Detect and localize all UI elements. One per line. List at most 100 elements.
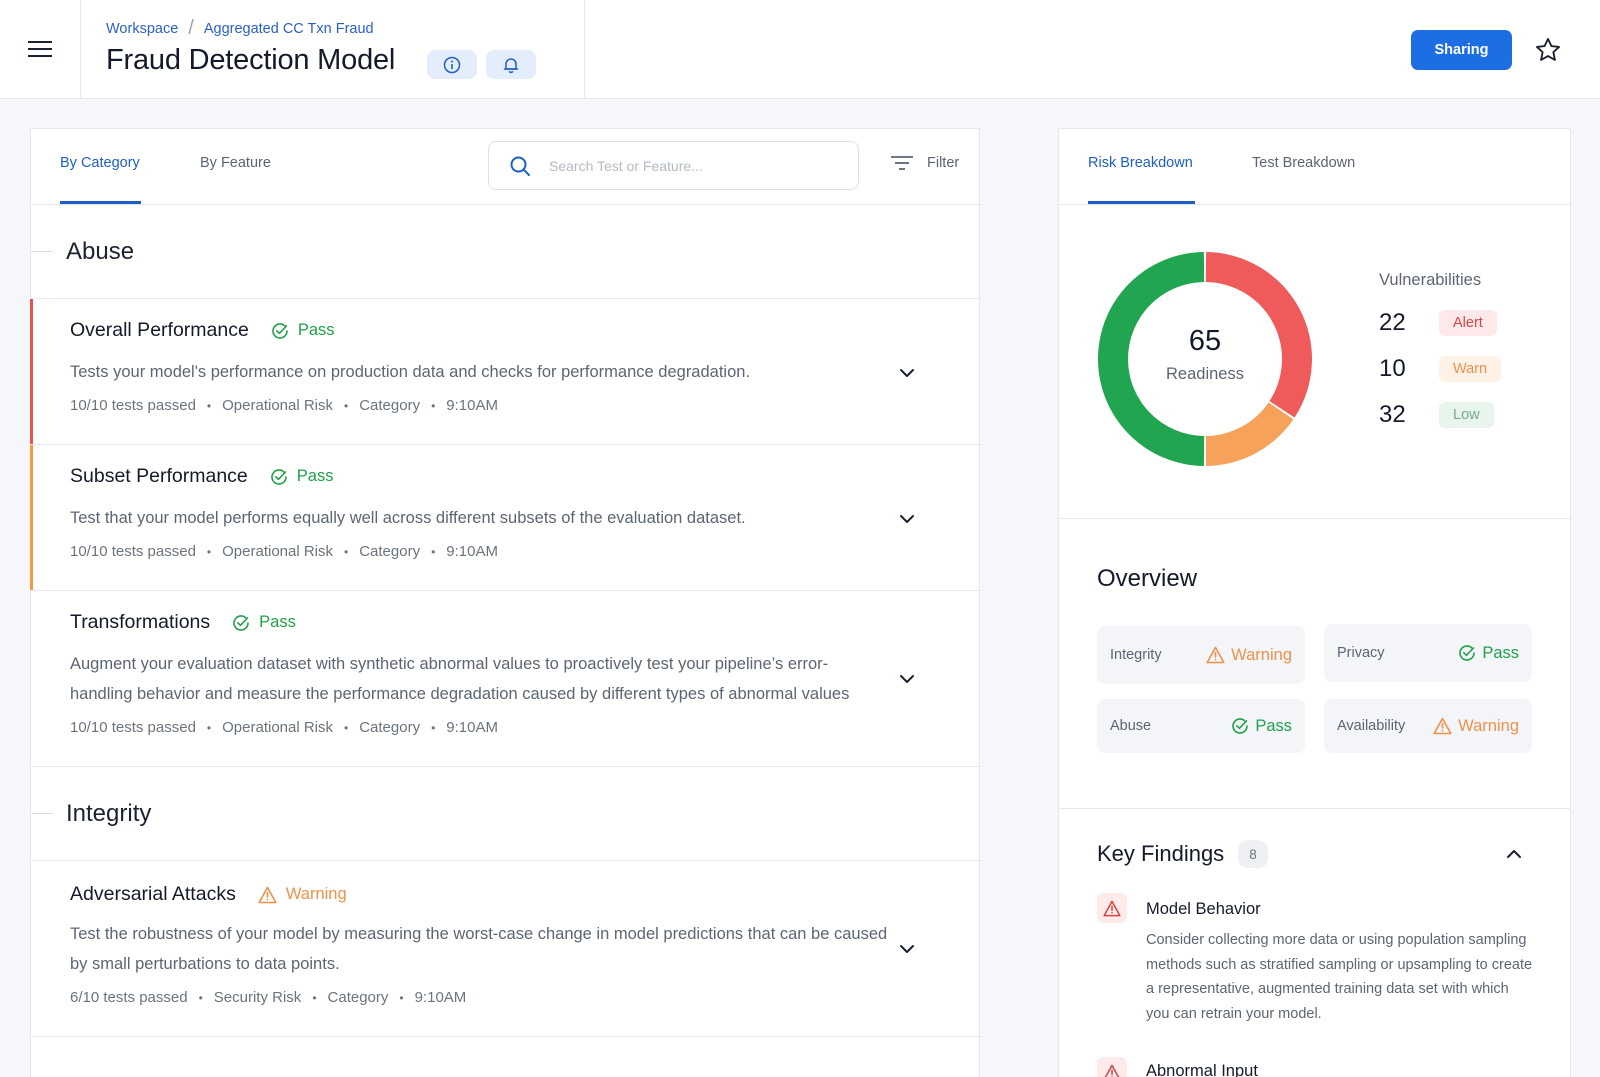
menu-cell bbox=[0, 0, 81, 98]
check-circle-icon bbox=[233, 614, 249, 631]
breadcrumb: Workspace / Aggregated CC Txn Fraud bbox=[106, 17, 374, 40]
readiness-value: 65 bbox=[1188, 325, 1222, 357]
notifications-button[interactable] bbox=[486, 50, 536, 79]
chevron-down-icon[interactable] bbox=[897, 363, 917, 383]
overview-section: Overview Integrity Warning Privacy Pass … bbox=[1059, 519, 1570, 809]
tests-passed: 10/10 tests passed bbox=[70, 397, 196, 414]
test-description: Tests your model's performance on produc… bbox=[70, 363, 751, 381]
status-badge: Pass bbox=[232, 613, 296, 632]
status-badge: Warning bbox=[1433, 717, 1519, 736]
warning-triangle-icon bbox=[1206, 646, 1225, 664]
grouping: Category bbox=[359, 719, 421, 736]
overview-title: Overview bbox=[1097, 565, 1198, 592]
breadcrumb-project[interactable]: Aggregated CC Txn Fraud bbox=[204, 21, 374, 37]
test-title-row: Adversarial Attacks Warning bbox=[70, 883, 347, 906]
risk-type: Operational Risk bbox=[222, 543, 334, 560]
alert-badge: Alert bbox=[1439, 310, 1497, 336]
overview-label: Privacy bbox=[1337, 645, 1385, 661]
vulnerability-count: 32 bbox=[1379, 401, 1406, 428]
tests-passed: 10/10 tests passed bbox=[70, 543, 196, 560]
overview-label: Integrity bbox=[1110, 647, 1162, 663]
vulnerability-row-low: 32 Low bbox=[1379, 401, 1494, 429]
vulnerability-count: 22 bbox=[1379, 309, 1406, 336]
active-tab-indicator bbox=[1088, 201, 1195, 204]
breadcrumb-workspace[interactable]: Workspace bbox=[106, 21, 178, 37]
section-header-integrity: Integrity bbox=[31, 767, 979, 861]
finding-alert-icon-box bbox=[1097, 1057, 1127, 1077]
test-card-adversarial-attacks[interactable]: Adversarial Attacks Warning Test the rob… bbox=[31, 861, 979, 1037]
favorite-button[interactable] bbox=[1532, 34, 1564, 66]
finding-alert-icon-box bbox=[1097, 893, 1127, 923]
overview-card-availability[interactable]: Availability Warning bbox=[1324, 699, 1532, 753]
risk-panel: Risk Breakdown Test Breakdown 65 Readine… bbox=[1058, 128, 1571, 1077]
risk-type: Operational Risk bbox=[222, 397, 334, 414]
check-circle-icon bbox=[1459, 645, 1476, 661]
tab-by-feature[interactable]: By Feature bbox=[200, 155, 271, 171]
grouping: Category bbox=[327, 989, 389, 1006]
status-badge: Pass bbox=[1458, 644, 1519, 663]
status-badge: Warning bbox=[258, 885, 347, 904]
title-area: Workspace / Aggregated CC Txn Fraud Frau… bbox=[81, 0, 585, 98]
status-badge: Warning bbox=[1206, 646, 1292, 665]
test-meta: 10/10 tests passed • Operational Risk • Ca… bbox=[70, 397, 498, 414]
status-badge: Pass bbox=[271, 321, 335, 340]
test-card-subset-performance[interactable]: Subset Performance Pass Test that your m… bbox=[30, 445, 979, 591]
page-title: Fraud Detection Model bbox=[106, 44, 396, 76]
vulnerability-row-alert: 22 Alert bbox=[1379, 309, 1497, 337]
tab-risk-breakdown[interactable]: Risk Breakdown bbox=[1088, 155, 1193, 171]
test-title: Overall Performance bbox=[70, 319, 249, 341]
overview-card-privacy[interactable]: Privacy Pass bbox=[1324, 624, 1532, 682]
filter-button[interactable]: Filter bbox=[891, 155, 959, 171]
bell-icon bbox=[503, 57, 519, 73]
warning-triangle-icon bbox=[1433, 717, 1452, 735]
tab-test-breakdown[interactable]: Test Breakdown bbox=[1252, 155, 1355, 171]
hamburger-menu-icon[interactable] bbox=[28, 39, 52, 59]
chevron-up-icon[interactable] bbox=[1503, 843, 1525, 865]
check-circle-icon bbox=[1232, 718, 1249, 734]
status-badge: Pass bbox=[270, 467, 334, 486]
section-divider bbox=[31, 251, 53, 252]
chevron-down-icon[interactable] bbox=[897, 669, 917, 689]
section-title: Integrity bbox=[66, 800, 152, 827]
warn-badge: Warn bbox=[1439, 356, 1502, 382]
risk-type: Security Risk bbox=[213, 989, 302, 1006]
sharing-button[interactable]: Sharing bbox=[1411, 30, 1512, 70]
status-label: Warning bbox=[285, 885, 347, 903]
vulnerabilities-title: Vulnerabilities bbox=[1379, 271, 1482, 289]
status-label: Pass bbox=[259, 613, 296, 631]
breadcrumb-separator: / bbox=[188, 17, 194, 39]
grouping: Category bbox=[359, 543, 421, 560]
finding-body: Consider collecting more data or using p… bbox=[1146, 932, 1533, 1022]
chevron-down-icon[interactable] bbox=[897, 939, 917, 959]
vulnerability-row-warn: 10 Warn bbox=[1379, 355, 1502, 383]
search-input[interactable] bbox=[549, 157, 829, 174]
timestamp: 9:10AM bbox=[446, 719, 498, 736]
tests-passed: 10/10 tests passed bbox=[70, 719, 196, 736]
overview-card-integrity[interactable]: Integrity Warning bbox=[1097, 626, 1305, 684]
readiness-label: Readiness bbox=[1166, 365, 1244, 383]
test-card-transformations[interactable]: Transformations Pass Augment your evalua… bbox=[31, 591, 979, 767]
alert-triangle-icon bbox=[1103, 900, 1121, 916]
status-label: Pass bbox=[297, 321, 335, 339]
check-circle-icon bbox=[271, 468, 287, 485]
test-card-overall-performance[interactable]: Overall Performance Pass Tests your mode… bbox=[30, 299, 979, 445]
grouping: Category bbox=[359, 397, 421, 414]
status-label: Pass bbox=[296, 467, 334, 485]
overview-card-abuse[interactable]: Abuse Pass bbox=[1097, 699, 1305, 753]
alert-triangle-icon bbox=[1104, 1064, 1120, 1077]
tab-by-category[interactable]: By Category bbox=[60, 155, 140, 171]
timestamp: 9:10AM bbox=[414, 989, 467, 1006]
timestamp: 9:10AM bbox=[446, 543, 498, 560]
search-icon bbox=[510, 156, 530, 176]
info-button[interactable] bbox=[427, 50, 477, 79]
donut-segment-warn bbox=[1205, 402, 1294, 466]
chevron-down-icon[interactable] bbox=[897, 509, 917, 529]
risk-accent-bar bbox=[30, 445, 33, 590]
test-title-row: Transformations Pass bbox=[70, 611, 296, 634]
star-icon bbox=[1535, 37, 1561, 61]
risk-tabs: Risk Breakdown Test Breakdown bbox=[1059, 129, 1570, 205]
test-title: Adversarial Attacks bbox=[70, 883, 236, 905]
test-meta: 10/10 tests passed • Operational Risk • Ca… bbox=[70, 543, 498, 560]
search-box bbox=[488, 141, 859, 190]
low-badge: Low bbox=[1439, 402, 1494, 428]
